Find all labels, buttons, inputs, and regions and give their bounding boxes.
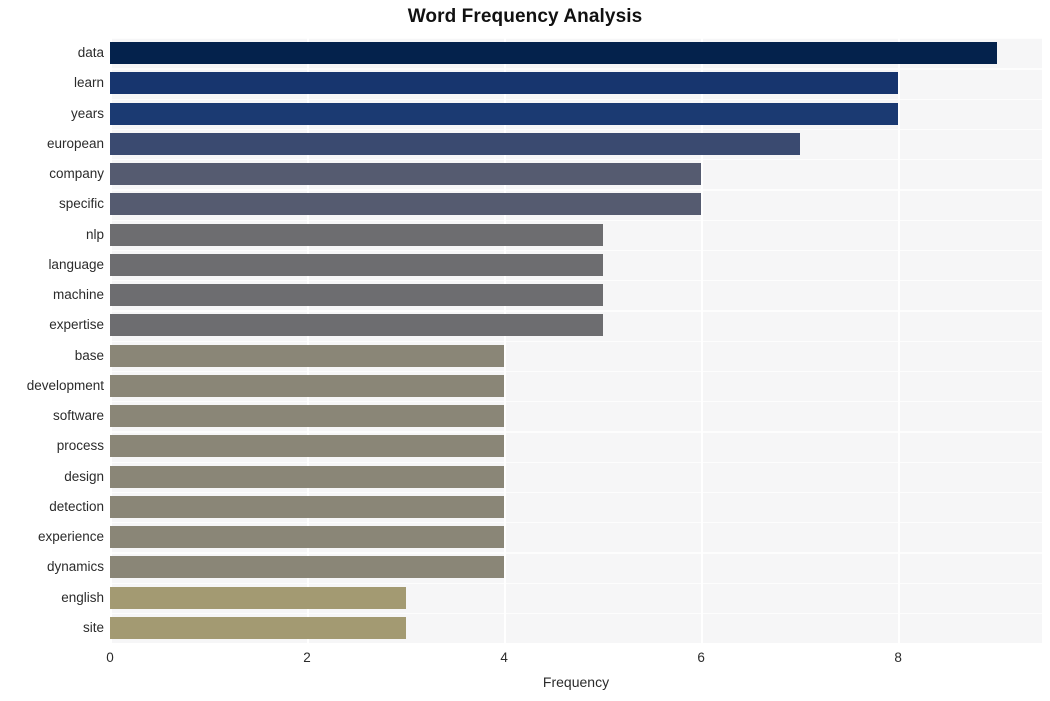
y-axis-tick-label: english	[61, 589, 104, 605]
bar[interactable]	[110, 193, 702, 216]
x-axis-tick-label: 0	[106, 650, 114, 665]
bar[interactable]	[110, 223, 603, 246]
bar[interactable]	[110, 616, 406, 639]
x-axis-title: Frequency	[542, 674, 610, 690]
plot-area	[110, 38, 1042, 643]
bar[interactable]	[110, 556, 505, 579]
x-axis-tick-label: 6	[697, 650, 705, 665]
y-axis-tick-label: company	[49, 166, 104, 182]
y-axis-tick-label: learn	[73, 75, 104, 91]
y-axis-tick-label: software	[52, 408, 104, 424]
bar[interactable]	[110, 465, 505, 488]
y-axis-tick-label: language	[48, 256, 104, 272]
x-axis-tick-labels: 0 2 4 6 8	[0, 650, 1050, 670]
y-axis-tick-label: expertise	[49, 317, 104, 333]
x-axis-tick-label: 4	[500, 650, 508, 665]
y-axis-tick-label: european	[46, 135, 104, 151]
bar[interactable]	[110, 526, 505, 549]
y-axis-tick-label: development	[26, 377, 104, 393]
y-axis-tick-labels: data learn years european company specific nlp…	[0, 38, 104, 643]
y-axis-tick-label: process	[56, 438, 104, 454]
x-axis-tick-label: 8	[894, 650, 902, 665]
bar[interactable]	[110, 72, 899, 95]
bar[interactable]	[110, 284, 603, 307]
bar[interactable]	[110, 253, 603, 276]
word-frequency-chart: Word Frequency Analysis data learn years eu…	[0, 0, 1050, 701]
y-axis-tick-label: experience	[37, 529, 104, 545]
bar[interactable]	[110, 586, 406, 609]
y-axis-tick-label: specific	[58, 196, 104, 212]
bar[interactable]	[110, 405, 505, 428]
bar-series	[110, 38, 1042, 643]
bar[interactable]	[110, 314, 603, 337]
bar[interactable]	[110, 344, 505, 367]
x-axis-tick-label: 2	[303, 650, 311, 665]
y-axis-tick-label: data	[77, 45, 104, 61]
y-axis-tick-label: years	[70, 105, 104, 121]
bar[interactable]	[110, 374, 505, 397]
y-axis-tick-label: base	[74, 347, 104, 363]
bar[interactable]	[110, 495, 505, 518]
y-axis-tick-label: detection	[49, 498, 104, 514]
y-axis-tick-label: design	[64, 468, 104, 484]
y-axis-tick-label: nlp	[85, 226, 104, 242]
y-axis-tick-label: machine	[52, 287, 104, 303]
bar[interactable]	[110, 163, 702, 186]
bar[interactable]	[110, 102, 899, 125]
y-axis-tick-label: dynamics	[46, 559, 104, 575]
bar[interactable]	[110, 42, 997, 65]
y-axis-tick-label: site	[82, 619, 104, 635]
bar[interactable]	[110, 132, 800, 155]
bar[interactable]	[110, 435, 505, 458]
chart-title: Word Frequency Analysis	[407, 6, 643, 27]
